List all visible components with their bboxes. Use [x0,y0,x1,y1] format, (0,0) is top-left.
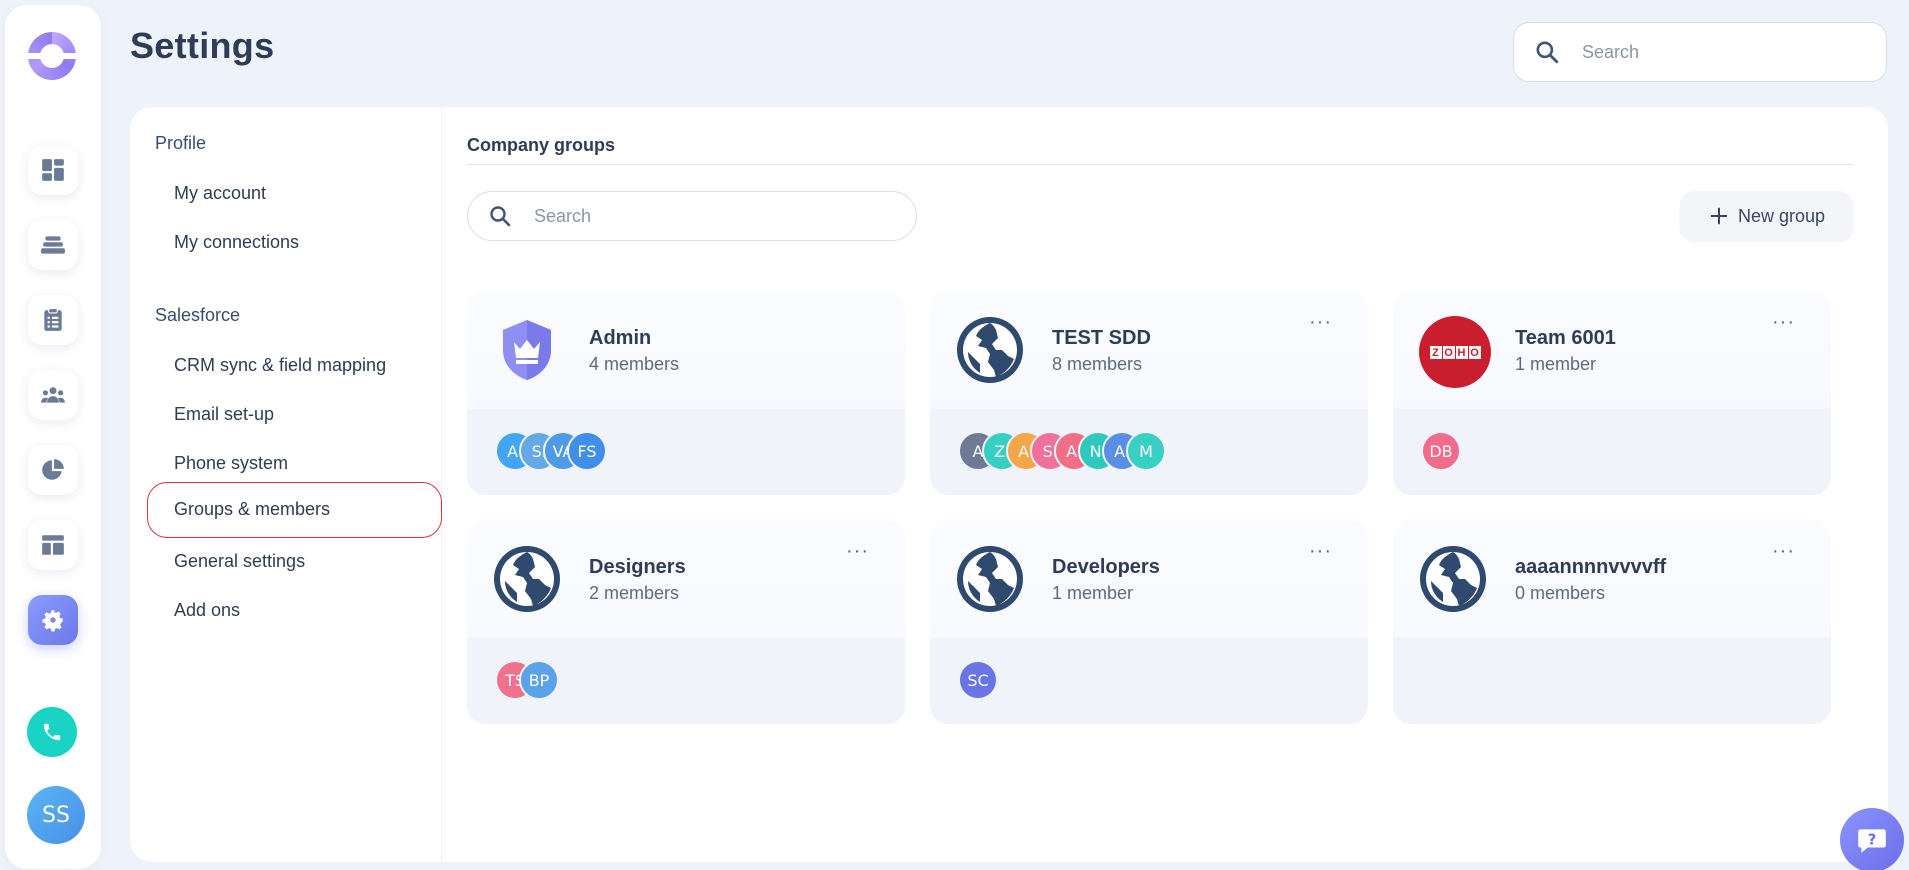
group-member-count: 8 members [1052,354,1143,374]
member-avatars: SC [958,660,998,700]
global-search-input[interactable] [1582,41,1882,63]
group-member-count: 1 member [1052,583,1134,603]
member-avatar[interactable]: BP [519,660,559,700]
member-avatars: DB [1421,431,1461,471]
phone-icon [43,723,61,741]
settings-nav-button[interactable] [28,595,78,645]
member-avatar[interactable]: SC [958,660,998,700]
submenu-item-groups-members[interactable]: Groups & members [147,482,442,538]
page-title: Settings [130,25,275,66]
group-search[interactable] [467,191,917,241]
app-logo[interactable] [28,32,76,80]
layout-nav-button[interactable] [28,520,78,570]
svg-text:?: ? [1868,830,1877,848]
pie-chart-icon [42,459,64,480]
globe-icon [493,545,561,613]
search-icon [490,206,511,227]
group-card-designers[interactable]: Designers 2 members ··· TS BP [467,520,905,724]
group-name: Designers [589,556,686,578]
phone-dialer-button[interactable] [27,707,77,757]
more-options-button[interactable]: ··· [1772,541,1795,561]
member-avatar[interactable]: FS [567,431,607,471]
group-name: aaaannnnvvvvff [1515,556,1667,578]
shield-crown-icon [493,316,561,384]
zoho-letter: O [1442,345,1455,359]
member-avatars: AI SI VA FS [495,431,607,471]
group-card-developers[interactable]: Developers 1 member ··· SC [930,520,1368,724]
section-title-profile: Profile [155,133,207,153]
submenu-item-general-settings[interactable]: General settings [174,551,305,572]
gear-icon [42,610,63,632]
more-options-button[interactable]: ··· [1309,312,1332,332]
card-members-strip [1393,638,1831,724]
group-card-team-6001[interactable]: Z O H O Team 6001 1 member ··· DB [1393,291,1831,495]
zoho-letter: O [1468,345,1481,359]
group-name: Developers [1052,556,1160,578]
new-group-label: New group [1737,205,1826,226]
zoho-letter: Z [1429,345,1442,359]
team-nav-button[interactable] [28,370,78,420]
member-avatars: A ZI AI SI AI NI AI M [958,431,1166,471]
nav-rail: SS [5,5,101,869]
settings-submenu: Profile My account My connections Salesf… [130,107,442,862]
globe-icon [956,545,1024,613]
zoho-logo: Z O H O [1419,316,1491,388]
settings-panel: Profile My account My connections Salesf… [130,107,1888,862]
section-title-salesforce: Salesforce [155,305,241,325]
more-options-button[interactable]: ··· [1309,541,1332,561]
more-options-button[interactable]: ··· [1772,312,1795,332]
new-group-button[interactable]: New group [1680,191,1853,241]
layout-icon [42,535,64,555]
help-chat-button[interactable]: ? [1840,808,1904,870]
section-heading: Company groups [467,135,616,155]
help-chat-icon: ? [1858,829,1886,853]
more-options-button[interactable]: ··· [846,541,869,561]
layers-icon [41,236,65,254]
submenu-item-add-ons[interactable]: Add ons [174,600,240,621]
group-member-count: 1 member [1515,354,1597,374]
globe-icon [1419,545,1487,613]
group-card-admin[interactable]: Admin 4 members AI SI VA FS [467,291,905,495]
tasks-nav-button[interactable] [28,295,78,345]
user-avatar[interactable]: SS [27,786,85,844]
member-avatar[interactable]: DB [1421,431,1461,471]
group-member-count: 0 members [1515,583,1606,603]
submenu-item-my-connections[interactable]: My connections [174,232,299,253]
member-avatars: TS BP [495,660,559,700]
group-name: Team 6001 [1515,327,1616,349]
group-member-count: 2 members [589,583,680,603]
group-search-input[interactable] [534,205,894,227]
zoho-letter: H [1455,345,1468,359]
group-card-test-sdd[interactable]: TEST SDD 8 members ··· A ZI AI SI AI NI AI M [930,291,1368,495]
reports-nav-button[interactable] [28,445,78,495]
team-icon [41,387,65,403]
member-avatar[interactable]: M [1126,431,1166,471]
global-search[interactable] [1513,22,1887,82]
clipboard-icon [44,308,62,331]
group-name: TEST SDD [1052,327,1151,349]
dashboard-nav-button[interactable] [28,145,78,195]
submenu-item-crm-sync[interactable]: CRM sync & field mapping [174,355,386,376]
plus-icon [1710,207,1728,225]
group-name: Admin [589,327,652,349]
submenu-item-email-setup[interactable]: Email set-up [174,404,274,425]
group-member-count: 4 members [589,354,680,374]
dashboard-icon [42,159,64,181]
submenu-item-my-account[interactable]: My account [174,183,266,204]
heading-divider [467,164,1853,165]
globe-icon [956,316,1024,384]
layers-nav-button[interactable] [28,220,78,270]
group-card-aaaannnnvvvvff[interactable]: aaaannnnvvvvff 0 members ··· [1393,520,1831,724]
submenu-item-phone-system[interactable]: Phone system [174,453,288,474]
search-icon [1536,41,1559,64]
